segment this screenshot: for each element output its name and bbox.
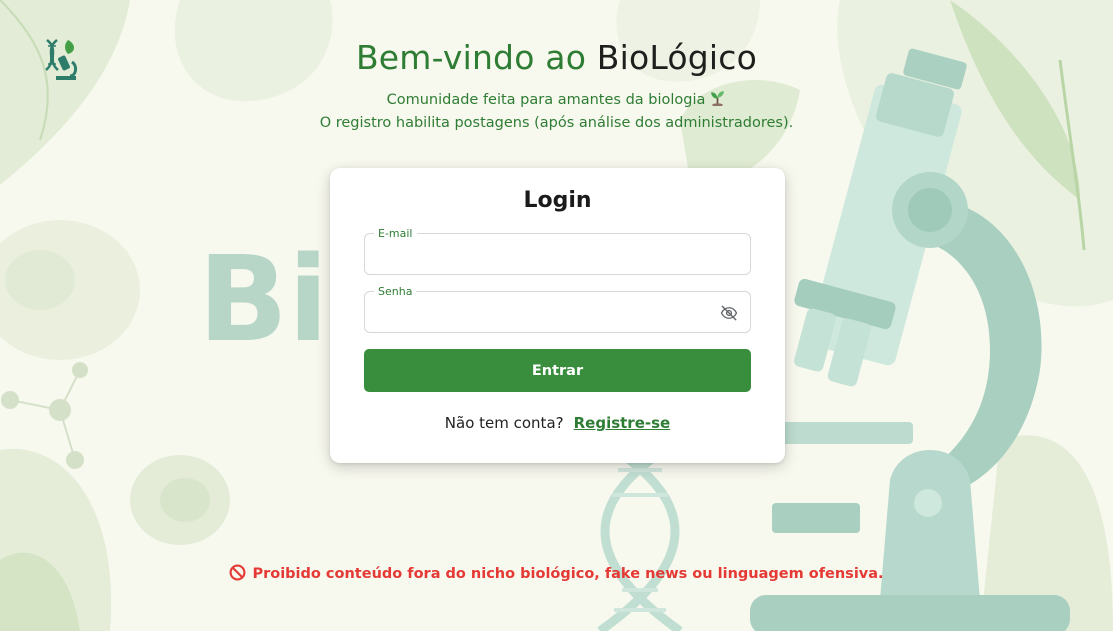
password-label: Senha (374, 285, 417, 299)
warning-text: Proibido conteúdo fora do nicho biológic… (252, 566, 884, 582)
password-input[interactable] (365, 292, 750, 332)
title-brand: BioLógico (596, 38, 758, 77)
signup-row: Não tem conta? Registre-se (330, 414, 785, 432)
title-prefix: Bem-vindo ao (355, 38, 597, 77)
hero-section: Bem-vindo ao BioLógico Comunidade feita … (0, 38, 1113, 135)
login-card: Login E-mail Senha Entrar Não tem conta?… (330, 168, 785, 463)
signup-prompt: Não tem conta? (444, 414, 564, 432)
subtitle-line-2: O registro habilita postagens (após anál… (319, 115, 794, 131)
password-field: Senha (364, 285, 751, 333)
email-field: E-mail (364, 227, 751, 275)
email-input[interactable] (365, 234, 750, 274)
email-label: E-mail (374, 227, 417, 241)
login-button[interactable]: Entrar (364, 349, 751, 392)
hero-subtitle: Comunidade feita para amantes da biologi… (0, 89, 1113, 135)
content-warning: Proibido conteúdo fora do nicho biológic… (0, 564, 1113, 582)
subtitle-line-1: Comunidade feita para amantes da biologi… (386, 92, 706, 108)
page-title: Bem-vindo ao BioLógico (0, 38, 1113, 77)
login-title: Login (523, 188, 592, 213)
eye-off-icon[interactable] (720, 304, 738, 322)
prohibited-icon (230, 564, 246, 581)
sprout-icon (711, 91, 725, 106)
signup-link[interactable]: Registre-se (574, 414, 671, 432)
